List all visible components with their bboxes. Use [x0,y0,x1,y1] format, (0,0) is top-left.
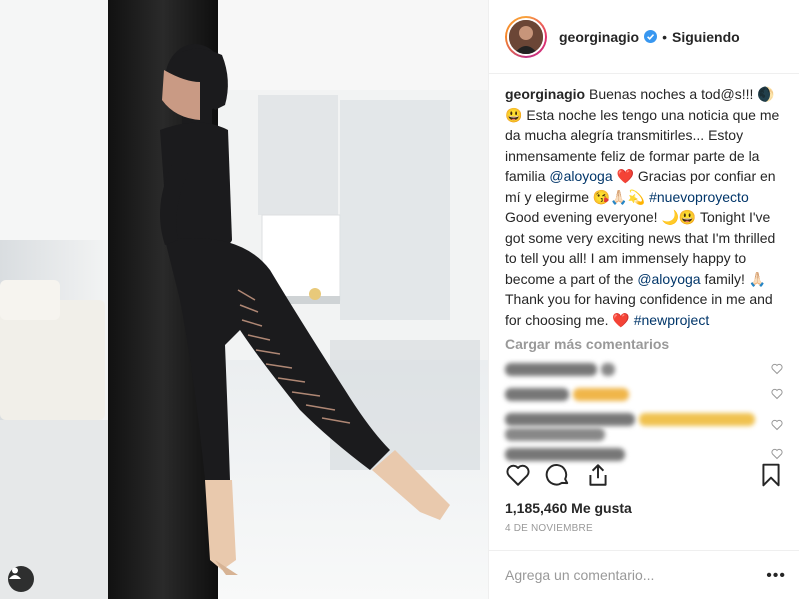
hashtag-link-2[interactable]: #newproject [634,312,710,328]
post-photo-illustration [0,0,488,599]
mention-link-1[interactable]: @aloyoga [549,168,612,184]
heart-small-icon[interactable] [771,363,783,375]
avatar[interactable] [505,15,547,58]
caption-username[interactable]: georginagio [505,86,585,102]
heart-icon[interactable] [505,462,531,488]
post-date[interactable]: 4 DE NOVIEMBRE [505,523,593,534]
post-side-panel: georginagio • Siguiendo georginagio Buen… [488,0,799,599]
instagram-post: georginagio • Siguiendo georginagio Buen… [0,0,799,599]
heart-small-icon[interactable] [771,419,783,431]
heart-small-icon[interactable] [771,388,783,400]
hashtag-link-1[interactable]: #nuevoproyecto [649,189,749,205]
comment-icon[interactable] [545,462,571,488]
action-bar [489,462,799,494]
post-caption: georginagio Buenas noches a tod@s!!! 🌒 😃… [489,74,799,330]
following-button[interactable]: Siguiendo [672,29,740,45]
comment-list [489,359,799,466]
header-separator: • [662,28,668,45]
tag-user-icon[interactable] [8,566,34,592]
load-more-comments-button[interactable]: Cargar más comentarios [489,330,799,356]
like-count[interactable]: 1,185,460 Me gusta [505,500,632,516]
post-header: georginagio • Siguiendo [489,0,799,74]
blurred-comment [601,363,615,376]
blurred-comment [505,413,635,426]
verified-badge-icon [644,30,658,43]
mention-link-2[interactable]: @aloyoga [637,271,700,287]
list-item [505,384,783,406]
blurred-comment [505,388,569,401]
comment-input[interactable] [505,567,755,583]
list-item [505,359,783,381]
add-comment-bar: ••• [489,550,799,599]
blurred-comment [639,413,755,426]
share-icon[interactable] [585,462,611,488]
blurred-comment [505,448,625,461]
blurred-comment [505,428,605,441]
list-item [505,409,783,441]
author-username[interactable]: georginagio [559,29,639,45]
post-photo[interactable] [0,0,488,599]
blurred-comment [573,388,629,401]
more-options-button[interactable]: ••• [766,567,786,585]
bookmark-icon[interactable] [758,462,784,488]
blurred-comment [505,363,597,376]
heart-small-icon[interactable] [771,448,783,460]
